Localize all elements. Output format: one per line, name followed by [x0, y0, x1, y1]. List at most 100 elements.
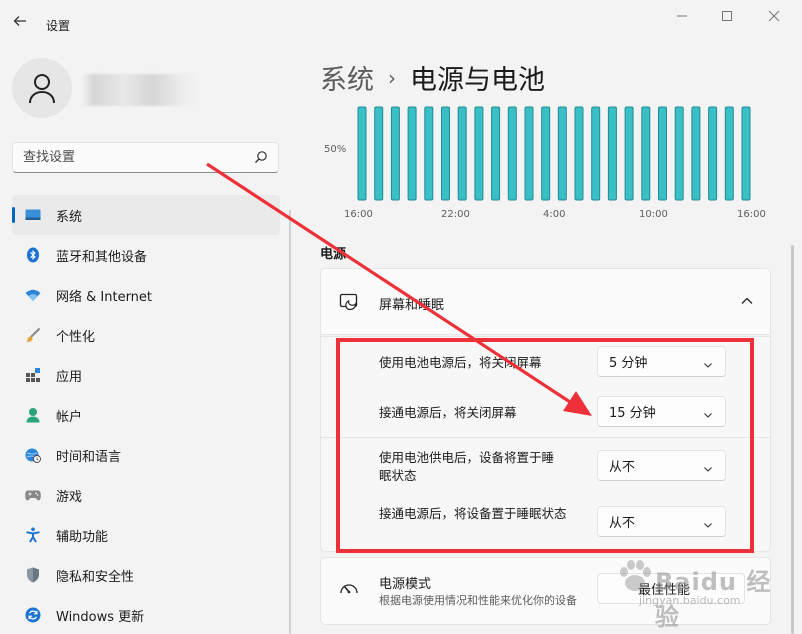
sidebar-item-label: 游戏	[56, 489, 83, 505]
sidebar-item-network[interactable]: 网络 & Internet	[12, 275, 280, 315]
chevron-down-icon	[703, 518, 713, 528]
page-title: 电源与电池	[410, 65, 545, 96]
sidebar-item-label: 时间和语言	[56, 449, 122, 465]
sidebar-item-label: 应用	[56, 369, 83, 385]
battery-bar	[390, 106, 400, 201]
globe-clock-icon	[25, 447, 41, 463]
accessibility-icon	[25, 527, 41, 543]
battery-bar	[691, 106, 701, 201]
speedometer-icon	[339, 580, 359, 596]
sidebar-item-label: 个性化	[56, 329, 96, 345]
gamepad-icon	[25, 487, 41, 503]
sidebar-item-system[interactable]: 系统	[12, 195, 280, 235]
power-mode-title: 电源模式	[379, 577, 432, 592]
account-icon	[25, 407, 41, 423]
update-icon	[25, 607, 41, 623]
battery-bar	[474, 106, 484, 201]
battery-bar	[374, 106, 384, 201]
chevron-up-icon[interactable]	[740, 295, 754, 307]
breadcrumb-parent[interactable]: 系统	[320, 58, 374, 97]
brush-icon	[25, 327, 41, 343]
battery-bar	[708, 106, 718, 201]
sidebar-item-apps[interactable]: 应用	[12, 355, 280, 395]
battery-sleep-label: 使用电池供电后，设备将置于睡眠状态	[379, 450, 555, 483]
dropdown-value: 5 分钟	[609, 356, 648, 371]
dropdown-value: 从不	[609, 516, 636, 531]
sidebar-item-personalization[interactable]: 个性化	[12, 315, 280, 355]
battery-screen-off-dropdown[interactable]: 5 分钟	[597, 346, 726, 377]
dropdown-value: 从不	[609, 460, 636, 475]
battery-bar	[357, 106, 367, 201]
sidebar-item-windows-update[interactable]: Windows 更新	[12, 595, 280, 634]
chart-xtick-label: 16:00	[344, 209, 373, 220]
battery-bar	[457, 106, 467, 201]
battery-bar	[724, 106, 734, 201]
battery-bar	[741, 106, 751, 201]
chevron-down-icon	[703, 462, 713, 472]
search-box[interactable]	[12, 142, 279, 173]
sidebar-item-label: 网络 & Internet	[56, 289, 153, 305]
screen-sleep-title: 屏幕和睡眠	[379, 298, 445, 313]
sidebar-item-label: 隐私和安全性	[56, 569, 135, 585]
section-title: 电源	[320, 247, 347, 262]
battery-level-chart: 50% 16:00 22:00 4:00 10:00 16:00	[300, 100, 780, 230]
battery-bar	[424, 106, 434, 201]
chevron-down-icon	[703, 358, 713, 368]
back-arrow-icon[interactable]	[10, 13, 30, 33]
sidebar-nav: 系统 蓝牙和其他设备 网络 & Internet 个性化 应用 帐户 时间和语言…	[12, 195, 280, 634]
chart-xtick-label: 10:00	[639, 209, 668, 220]
wifi-icon	[25, 287, 41, 303]
battery-screen-off-label: 使用电池电源后，将关闭屏幕	[379, 355, 542, 370]
battery-bar	[641, 106, 651, 201]
chevron-down-icon	[703, 408, 713, 418]
battery-bar	[524, 106, 534, 201]
power-mode-dropdown[interactable]: 最佳性能	[597, 573, 745, 604]
battery-bar	[491, 106, 501, 201]
plugged-screen-off-dropdown[interactable]: 15 分钟	[597, 396, 726, 427]
battery-bar	[624, 106, 634, 201]
breadcrumb: 系统 › 电源与电池	[320, 58, 545, 97]
chart-xtick-label: 4:00	[543, 209, 566, 220]
apps-icon	[25, 367, 41, 383]
sidebar-item-accessibility[interactable]: 辅助功能	[12, 515, 280, 555]
search-input[interactable]	[13, 143, 233, 172]
close-icon[interactable]	[762, 8, 786, 28]
sidebar-item-gaming[interactable]: 游戏	[12, 475, 280, 515]
sidebar-item-bluetooth[interactable]: 蓝牙和其他设备	[12, 235, 280, 275]
battery-bar	[674, 106, 684, 201]
screen-sleep-icon	[339, 292, 359, 312]
sidebar-item-label: 蓝牙和其他设备	[56, 249, 148, 265]
sidebar-item-label: 辅助功能	[56, 529, 109, 545]
sidebar-item-time-language[interactable]: 时间和语言	[12, 435, 280, 475]
avatar[interactable]	[12, 58, 72, 118]
shield-icon	[25, 567, 41, 583]
divider	[320, 437, 771, 438]
sidebar-item-accounts[interactable]: 帐户	[12, 395, 280, 435]
battery-sleep-dropdown[interactable]: 从不	[597, 450, 726, 481]
chart-ytick-label: 50%	[324, 144, 347, 155]
app-title: 设置	[46, 19, 71, 33]
sidebar-item-label: Windows 更新	[56, 609, 145, 625]
battery-bar	[557, 106, 567, 201]
content-scrollbar[interactable]	[791, 245, 794, 634]
battery-bar	[607, 106, 617, 201]
profile-name-blurred	[82, 74, 200, 106]
battery-bar	[658, 106, 667, 201]
battery-bar	[574, 106, 584, 201]
battery-bar	[407, 106, 417, 201]
chart-xtick-label: 16:00	[737, 209, 766, 220]
maximize-icon[interactable]	[715, 8, 739, 28]
minimize-icon[interactable]	[670, 8, 694, 28]
battery-bar	[541, 106, 551, 201]
sidebar-item-privacy[interactable]: 隐私和安全性	[12, 555, 280, 595]
plugged-sleep-dropdown[interactable]: 从不	[597, 506, 726, 537]
sidebar-item-label: 帐户	[56, 409, 83, 425]
dropdown-value: 最佳性能	[638, 583, 691, 598]
system-icon	[25, 207, 41, 223]
search-icon[interactable]	[254, 150, 268, 164]
plugged-sleep-label: 接通电源后，将设备置于睡眠状态	[379, 506, 567, 521]
battery-bar	[507, 106, 517, 201]
breadcrumb-separator: ›	[388, 65, 396, 90]
sidebar-item-label: 系统	[56, 209, 83, 225]
sidebar-scrollbar[interactable]	[289, 210, 291, 634]
